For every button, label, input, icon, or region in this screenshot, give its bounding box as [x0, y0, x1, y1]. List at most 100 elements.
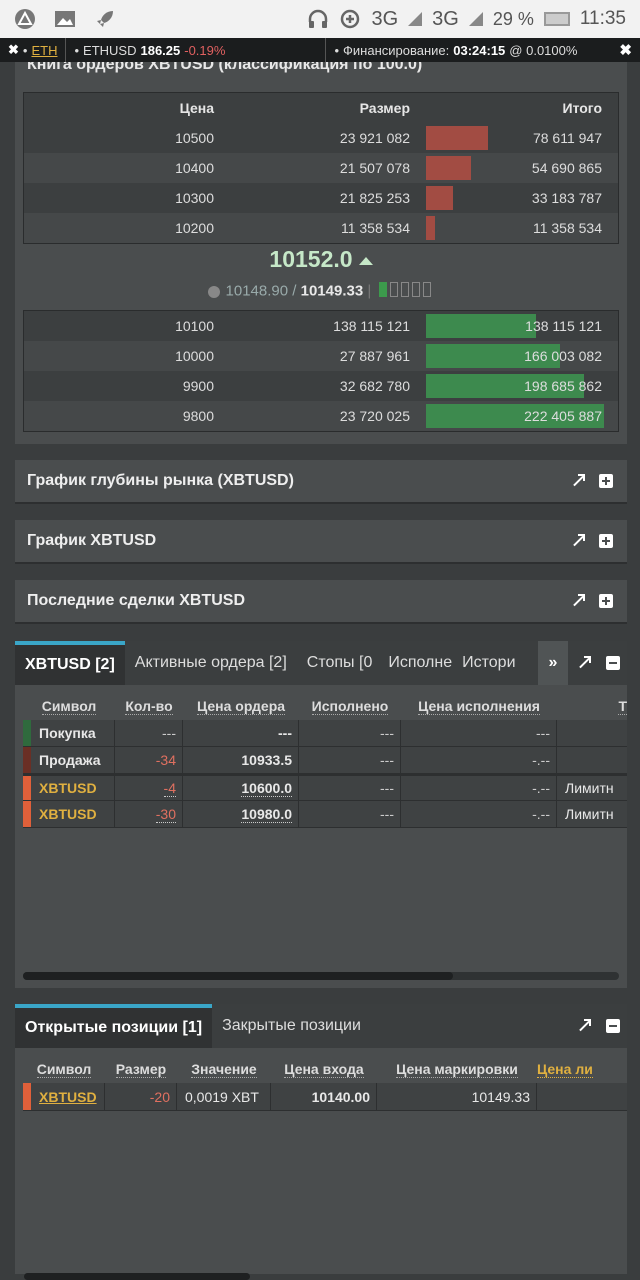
- col-entry-price[interactable]: Цена входа: [271, 1056, 377, 1083]
- order-filled: ---: [299, 720, 401, 746]
- position-row[interactable]: XBTUSD -20 0,0019 XBT 10140.00 10149.33: [23, 1083, 627, 1111]
- order-row[interactable]: Покупка --- --- --- ---: [23, 720, 627, 747]
- last-price: 10152.0: [15, 246, 627, 273]
- ticker-symbol-name: ETHUSD: [83, 42, 137, 58]
- col-value[interactable]: Значение: [177, 1056, 271, 1083]
- order-qty[interactable]: -30: [115, 801, 183, 827]
- order-type: [557, 720, 627, 746]
- orders-grid: Символ Кол-во Цена ордера Исполнено Цена…: [23, 693, 627, 828]
- clock: 11:35: [579, 8, 626, 29]
- scrollbar-thumb[interactable]: [23, 972, 453, 980]
- tab-xbtusd[interactable]: XBTUSD [2]: [15, 641, 125, 685]
- header-price: Цена: [179, 100, 214, 116]
- coin-link[interactable]: ETH: [31, 43, 57, 58]
- data-saver-icon: [341, 9, 360, 29]
- asks-row[interactable]: 10400 21 507 078 54 690 865: [24, 153, 618, 183]
- plus-icon[interactable]: [599, 474, 613, 488]
- network-label-2: 3G: [432, 7, 459, 30]
- col-order-price[interactable]: Цена ордера: [183, 693, 299, 720]
- expand-icon[interactable]: [577, 656, 591, 670]
- volume-meter-icon: [379, 282, 434, 301]
- depth-chart-title: График глубины рынка (XBTUSD): [27, 472, 294, 489]
- row-price: 10400: [175, 160, 214, 176]
- ticker-close-right[interactable]: ✖: [619, 41, 640, 59]
- row-price: 9800: [182, 408, 214, 424]
- bids-row[interactable]: 9900 32 682 780 198 685 862: [24, 371, 618, 401]
- order-qty[interactable]: -4: [115, 776, 183, 800]
- order-row[interactable]: Продажа -34 10933.5 --- -.--: [23, 747, 627, 774]
- positions-tabs: Открытые позиции [1] Закрытые позиции: [15, 1004, 627, 1048]
- bids-row[interactable]: 9800 23 720 025 222 405 887: [24, 401, 618, 431]
- order-filled: ---: [299, 801, 401, 827]
- tab-history[interactable]: Истори: [458, 641, 519, 685]
- expand-icon[interactable]: [571, 534, 585, 548]
- col-filled[interactable]: Исполнено: [299, 693, 401, 720]
- battery-percent: 29 %: [492, 8, 534, 29]
- ticker-change: -0.19%: [184, 42, 226, 58]
- globe-icon: [207, 285, 220, 298]
- page-scrollbar[interactable]: [24, 1273, 250, 1280]
- order-type: Лимитн: [565, 806, 614, 822]
- tab-stops[interactable]: Стопы [0: [297, 641, 383, 685]
- col-size[interactable]: Размер: [105, 1056, 177, 1083]
- order-symbol: XBTUSD: [31, 776, 115, 800]
- row-total: 198 685 862: [524, 378, 602, 394]
- expand-icon[interactable]: [577, 1019, 591, 1033]
- col-symbol[interactable]: Символ: [23, 1056, 105, 1083]
- asks-row[interactable]: 10300 21 825 253 33 183 787: [24, 183, 618, 213]
- chart-panel[interactable]: График XBTUSD: [15, 520, 627, 564]
- ticker-coin[interactable]: ✖ • ETH: [0, 38, 67, 62]
- tab-active-orders[interactable]: Активные ордера [2]: [125, 641, 297, 685]
- col-exec-price[interactable]: Цена исполнения: [401, 693, 557, 720]
- plus-icon[interactable]: [599, 594, 613, 608]
- up-arrow-icon: [358, 256, 373, 265]
- side-flag: [23, 747, 31, 773]
- tab-fills[interactable]: Исполне: [382, 641, 458, 685]
- bids-row[interactable]: 10100 138 115 121 138 115 121: [24, 311, 618, 341]
- tab-closed-positions[interactable]: Закрытые позиции: [212, 1004, 371, 1048]
- order-price[interactable]: 10980.0: [183, 801, 299, 827]
- order-row[interactable]: XBTUSD -4 10600.0 --- -.-- Лимитн: [23, 774, 627, 801]
- funding-time: 03:24:15: [453, 42, 506, 58]
- depth-chart-panel[interactable]: График глубины рынка (XBTUSD): [15, 460, 627, 504]
- index-price: 10148.90: [225, 282, 289, 300]
- positions-header: Символ Размер Значение Цена входа Цена м…: [23, 1056, 627, 1083]
- expand-icon[interactable]: [571, 474, 585, 488]
- tab-open-positions[interactable]: Открытые позиции [1]: [15, 1004, 213, 1048]
- tabs-more-button[interactable]: »: [538, 641, 568, 685]
- col-symbol[interactable]: Символ: [23, 693, 115, 720]
- asks-row[interactable]: 10200 11 358 534 11 358 534: [24, 213, 618, 243]
- minus-icon[interactable]: [605, 656, 620, 670]
- col-type[interactable]: Т: [557, 693, 627, 720]
- order-exec-price: -.--: [401, 776, 557, 800]
- horizontal-scrollbar[interactable]: [23, 972, 619, 980]
- order-price[interactable]: 10600.0: [183, 776, 299, 800]
- plus-icon[interactable]: [599, 534, 613, 548]
- expand-icon[interactable]: [571, 594, 585, 608]
- position-symbol[interactable]: XBTUSD: [31, 1083, 105, 1110]
- order-filled: ---: [299, 776, 401, 800]
- position-liq: [537, 1083, 617, 1110]
- chart-title: График XBTUSD: [27, 532, 157, 549]
- col-liq-price[interactable]: Цена ли: [537, 1056, 617, 1083]
- recent-trades-panel[interactable]: Последние сделки XBTUSD: [15, 580, 627, 624]
- minus-icon[interactable]: [605, 1019, 620, 1033]
- side-flag: [23, 801, 31, 827]
- orders-header: Символ Кол-во Цена ордера Исполнено Цена…: [23, 693, 627, 720]
- position-entry: 10140.00: [271, 1083, 377, 1110]
- positions-panel: Открытые позиции [1] Закрытые позиции Си…: [15, 1004, 627, 1274]
- order-row[interactable]: XBTUSD -30 10980.0 --- -.-- Лимитн: [23, 801, 627, 828]
- order-qty: ---: [115, 720, 183, 746]
- ticker-symbol[interactable]: • ETHUSD 186.25 -0.19%: [66, 38, 327, 62]
- ticker-funding: • Финансирование: 03:24:15 @ 0.0100%: [334, 42, 578, 58]
- recent-trades-title: Последние сделки XBTUSD: [27, 592, 245, 609]
- col-qty[interactable]: Кол-во: [115, 693, 183, 720]
- close-icon[interactable]: ✖: [8, 42, 19, 58]
- row-size: 23 921 082: [339, 130, 410, 146]
- order-price: ---: [183, 720, 299, 746]
- orders-tabs: XBTUSD [2] Активные ордера [2] Стопы [0 …: [15, 641, 627, 685]
- bids-row[interactable]: 10000 27 887 961 166 003 082: [24, 341, 618, 371]
- col-mark-price[interactable]: Цена маркировки: [377, 1056, 537, 1083]
- asks-row[interactable]: 10500 23 921 082 78 611 947: [24, 123, 618, 153]
- order-exec-price: -.--: [401, 747, 557, 773]
